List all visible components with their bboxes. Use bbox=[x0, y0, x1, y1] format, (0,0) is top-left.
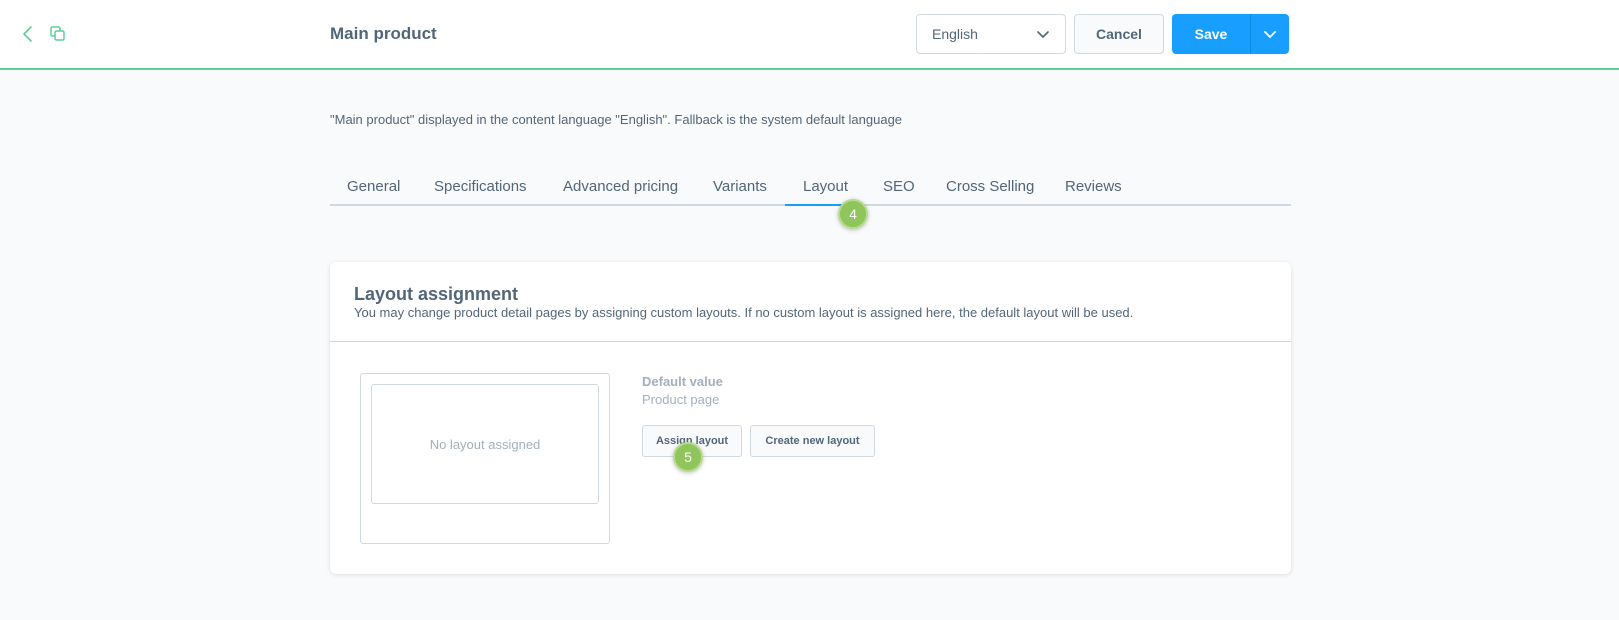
step-badge-5: 5 bbox=[673, 442, 703, 472]
tab-specifications[interactable]: Specifications bbox=[434, 178, 527, 195]
product-tabs: General Specifications Advanced pricing … bbox=[330, 172, 1291, 206]
step-badge-4: 4 bbox=[838, 199, 868, 229]
chevron-down-icon bbox=[1037, 26, 1049, 42]
duplicate-icon[interactable] bbox=[46, 22, 70, 46]
top-bar: Main product English Cancel Save bbox=[0, 0, 1619, 70]
content-language-info: "Main product" displayed in the content … bbox=[330, 112, 903, 127]
default-value-text: Product page bbox=[642, 392, 720, 407]
create-new-layout-button[interactable]: Create new layout bbox=[750, 425, 875, 457]
page-title: Main product bbox=[330, 24, 437, 43]
card-header: Layout assignment You may change product… bbox=[330, 262, 1291, 342]
card-title: Layout assignment bbox=[354, 284, 519, 304]
save-options-button[interactable] bbox=[1250, 14, 1289, 54]
tab-general[interactable]: General bbox=[347, 178, 400, 195]
tab-advanced-pricing[interactable]: Advanced pricing bbox=[563, 178, 678, 195]
cancel-button[interactable]: Cancel bbox=[1074, 14, 1164, 54]
tab-reviews[interactable]: Reviews bbox=[1065, 178, 1122, 195]
tab-seo[interactable]: SEO bbox=[883, 178, 915, 195]
layout-assignment-card: Layout assignment You may change product… bbox=[330, 262, 1291, 574]
default-value-label: Default value bbox=[642, 374, 723, 389]
tab-cross-selling[interactable]: Cross Selling bbox=[946, 178, 1034, 195]
tab-variants[interactable]: Variants bbox=[713, 178, 767, 195]
chevron-left-icon[interactable] bbox=[16, 22, 40, 46]
layout-preview: No layout assigned bbox=[360, 373, 610, 544]
chevron-down-icon bbox=[1264, 26, 1276, 42]
tab-layout[interactable]: Layout bbox=[803, 178, 848, 195]
layout-preview-empty: No layout assigned bbox=[371, 384, 599, 504]
language-select[interactable]: English bbox=[916, 14, 1066, 54]
card-subtitle: You may change product detail pages by a… bbox=[354, 305, 1134, 320]
save-button[interactable]: Save bbox=[1172, 14, 1250, 54]
language-select-value: English bbox=[932, 26, 978, 42]
